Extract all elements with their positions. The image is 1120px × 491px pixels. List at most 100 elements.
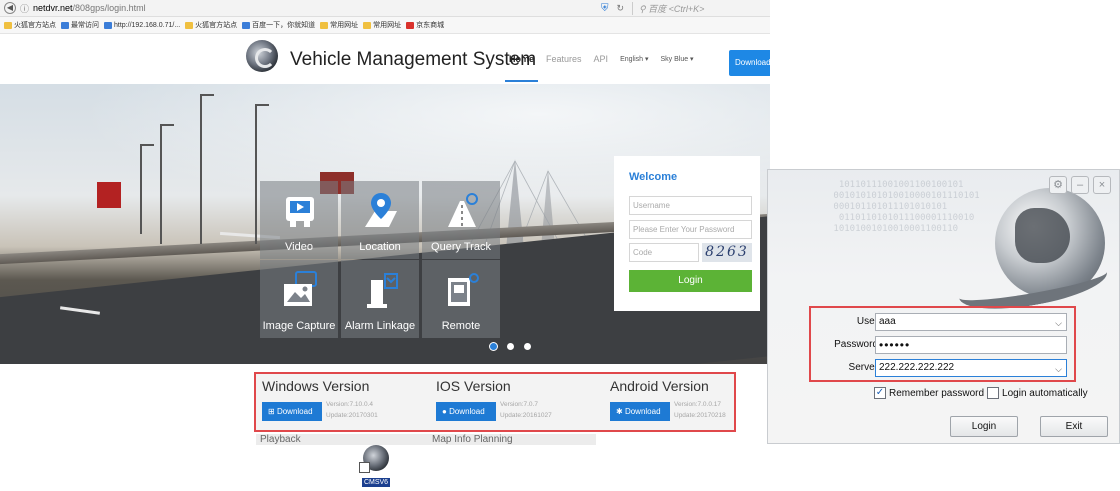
video-icon [286,197,314,227]
logo-icon [246,40,278,72]
apple-icon: ● [442,407,450,416]
carousel-indicator [490,343,531,350]
version-name: IOS Version [436,378,511,394]
section-heading: Map Info Planning [432,434,513,445]
language-dropdown[interactable]: English ▾ [620,55,648,63]
alarm-icon [367,273,398,308]
window-controls: ⚙ – × [1049,176,1111,194]
client-exit-button[interactable]: Exit [1040,416,1108,437]
bookmark-item[interactable]: 京东商城 [406,20,444,30]
bookmark-item[interactable]: 火狐官方站点 [4,20,56,30]
settings-icon[interactable]: ⚙ [1049,176,1067,194]
tile-label: Video [285,241,313,253]
password-row: Password •••••• [811,335,1074,355]
info-icon[interactable]: ⓘ [20,2,29,15]
chevron-down-icon[interactable]: ⌵ [1055,361,1062,377]
shield-icon[interactable]: ⛨ [601,3,609,14]
bookmark-item[interactable]: 最常访问 [61,20,99,30]
address-bar[interactable]: ◀ ⓘ netdvr.net/808gps/login.html ⛨ ↻ ⚲ 百… [0,0,770,17]
login-automatically-label[interactable]: Login automatically [1002,388,1088,399]
download-ios: IOS Version ● Download Version:7.0.7 Upda… [436,378,596,421]
login-automatically-checkbox[interactable] [987,387,1000,399]
download-button[interactable]: ● Download [436,402,496,421]
password-field[interactable]: •••••• [875,336,1067,354]
windows-icon: ⊞ [268,407,277,416]
remember-password-label[interactable]: Remember password [889,388,984,399]
header-download-button[interactable]: Download [729,50,770,76]
remember-password-checkbox[interactable]: ✓ [874,387,886,399]
site-header: Vehicle Management System Home Features … [0,34,770,84]
bookmark-item[interactable]: 常用网址 [363,20,401,30]
tile-location[interactable]: Location [341,181,419,259]
cmsv6-shortcut[interactable]: CMSV6 [356,443,396,491]
version-meta: Version:7.10.0.4 Update:20170301 [326,401,378,419]
server-combobox[interactable]: 222.222.222.222 ⌵ [875,359,1067,377]
carousel-dot[interactable] [507,343,514,350]
minimize-icon[interactable]: – [1071,176,1089,194]
nav-home[interactable]: Home [504,54,539,82]
password-input[interactable]: Please Enter Your Password [629,220,752,239]
android-icon: ✱ [616,407,625,416]
tile-label: Alarm Linkage [344,320,416,332]
shortcut-label: CMSV6 [361,478,391,487]
web-login-panel: Welcome Username Please Enter Your Passw… [614,156,760,311]
client-login-dialog: 10110111001001100100101 0010101010100100… [767,169,1120,444]
more-sections: Playback Map Info Planning [256,434,596,445]
section-heading: Playback [260,434,301,445]
tile-remote[interactable]: Remote [422,260,500,338]
truck-illustration [97,182,121,208]
code-input[interactable]: Code [629,243,699,262]
server-row: Server 222.222.222.222 ⌵ [811,358,1074,378]
download-android: Android Version ✱ Download Version:7.0.0… [610,378,770,421]
bookmark-item[interactable]: http://192.168.0.71/... [104,21,180,29]
version-meta: Version:7.0.7 Update:20161027 [500,401,552,419]
username-input[interactable]: Username [629,196,752,215]
browser-window: ◀ ⓘ netdvr.net/808gps/login.html ⛨ ↻ ⚲ 百… [0,0,770,445]
tile-video[interactable]: Video [260,181,338,259]
tile-query-track[interactable]: Query Track [422,181,500,259]
remote-icon [448,273,479,306]
nav-features[interactable]: Features [546,54,582,64]
download-section: Windows Version ⊞ Download Version:7.10.… [254,372,736,432]
version-meta: Version:7.0.0.17 Update:20170218 [674,401,726,419]
tile-label: Image Capture [262,320,336,332]
bookmarks-bar: 火狐官方站点 最常访问 http://192.168.0.71/... 火狐官方… [0,17,770,34]
cmsv6-icon [359,445,389,473]
bookmark-item[interactable]: 百度一下，你就知道 [242,20,315,30]
image-capture-icon [284,271,317,306]
bookmark-item[interactable]: 常用网址 [320,20,358,30]
tile-alarm-linkage[interactable]: Alarm Linkage [341,260,419,338]
credentials-box: User aaa ⌵ Password •••••• Server 222.222… [809,306,1076,382]
chevron-down-icon[interactable]: ⌵ [1055,315,1062,331]
reload-icon[interactable]: ↻ [616,3,624,14]
site-title: Vehicle Management System [290,49,537,70]
download-button[interactable]: ✱ Download [610,402,670,421]
close-icon[interactable]: × [1093,176,1111,194]
track-icon [448,193,478,227]
tile-image-capture[interactable]: Image Capture [260,260,338,338]
bookmark-item[interactable]: 火狐官方站点 [185,20,237,30]
back-icon[interactable]: ◀ [4,2,16,14]
download-button[interactable]: ⊞ Download [262,402,322,421]
site-nav: Home Features API English ▾ Sky Blue ▾ [504,54,706,82]
web-login-button[interactable]: Login [629,270,752,292]
nav-api[interactable]: API [594,54,609,64]
carousel-dot[interactable] [490,343,497,350]
login-options: ✓ Remember password Login automatically [874,387,1088,399]
version-name: Android Version [610,378,709,394]
client-login-button[interactable]: Login [950,416,1018,437]
url-text[interactable]: netdvr.net/808gps/login.html [33,3,601,13]
binary-background: 10110111001001100100101 0010101010100100… [833,180,980,234]
location-pin-icon [365,193,397,227]
tile-label: Remote [441,320,481,332]
search-input[interactable]: ⚲ 百度 <Ctrl+K> [632,1,752,15]
tile-label: Query Track [431,241,491,253]
theme-dropdown[interactable]: Sky Blue ▾ [660,55,693,63]
tile-label: Location [359,241,401,253]
login-title: Welcome [629,171,678,183]
carousel-dot[interactable] [524,343,531,350]
user-combobox[interactable]: aaa ⌵ [875,313,1067,331]
server-label: Server [848,362,878,373]
version-name: Windows Version [262,378,370,394]
captcha-image[interactable]: 8263 [702,243,752,262]
